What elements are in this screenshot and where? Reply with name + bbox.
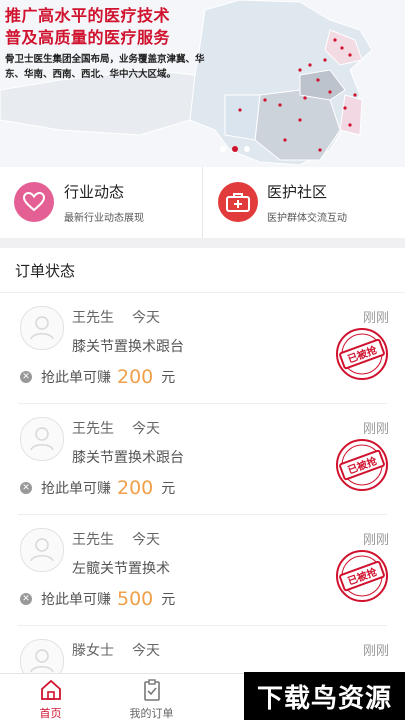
info-icon: ✕ [20, 371, 32, 383]
order-clipboard-icon [143, 679, 160, 701]
order-day: 今天 [132, 532, 160, 548]
order-time: 刚刚 [362, 533, 389, 548]
medical-kit-icon [218, 182, 258, 222]
order-status-header: 订单状态 [0, 248, 405, 293]
order-day: 今天 [132, 643, 160, 659]
tab-label: 首页 [39, 707, 62, 720]
banner-title-line1: 推广高水平的医疗技术 [5, 6, 171, 25]
quick-entry-cards: 行业动态 最新行业动态展现 医护社区 医护群体交流互动 [0, 167, 405, 238]
earn-unit: 元 [161, 481, 176, 497]
info-icon: ✕ [20, 593, 32, 605]
order-day: 今天 [132, 310, 160, 326]
earn-label: 抢此单可赚 [41, 592, 111, 608]
section-title: 订单状态 [15, 262, 76, 280]
order-day: 今天 [132, 421, 160, 437]
avatar [20, 528, 64, 572]
avatar [20, 417, 64, 461]
order-item[interactable]: 王先生 今天 刚刚 膝关节置换术跟台 ✕ 抢此单可赚 200 元 已被抢 [0, 293, 405, 404]
earn-amount: 200 [117, 477, 154, 499]
tab-my-orders[interactable]: 我的订单 [101, 674, 202, 721]
customer-name: 王先生 [72, 421, 114, 437]
earn-row: ✕ 抢此单可赚 200 元 [20, 365, 175, 389]
earn-unit: 元 [161, 370, 176, 386]
tab-home[interactable]: 首页 [0, 674, 101, 721]
industry-news-title: 行业动态 [64, 183, 125, 201]
watermark: 下载鸟资源 [244, 672, 405, 720]
order-item[interactable]: 王先生 今天 刚刚 左髋关节置换术 ✕ 抢此单可赚 500 元 已被抢 [0, 515, 405, 626]
banner[interactable]: 推广高水平的医疗技术 普及高质量的医疗服务 骨卫士医生集团全国布局，业务覆盖京津… [0, 0, 405, 167]
info-icon: ✕ [20, 482, 32, 494]
heart-icon [14, 182, 54, 222]
order-list[interactable]: 王先生 今天 刚刚 膝关节置换术跟台 ✕ 抢此单可赚 200 元 已被抢 王先生… [0, 293, 405, 673]
carousel-dot[interactable] [220, 146, 226, 152]
procedure-name: 膝关节置换术跟台 [72, 339, 184, 355]
earn-row: ✕ 抢此单可赚 500 元 [20, 587, 175, 611]
avatar [20, 306, 64, 350]
earn-amount: 500 [117, 588, 154, 610]
industry-news-card[interactable]: 行业动态 最新行业动态展现 [0, 167, 203, 238]
banner-title-line2: 普及高质量的医疗服务 [5, 28, 171, 47]
procedure-name: 膝关节置换术跟台 [72, 450, 184, 466]
earn-label: 抢此单可赚 [41, 370, 111, 386]
customer-name: 滕女士 [72, 643, 114, 659]
taken-stamp-icon: 已被抢 [336, 328, 388, 380]
earn-label: 抢此单可赚 [41, 481, 111, 497]
order-item[interactable]: 滕女士 今天 刚刚 [0, 626, 405, 673]
tab-label: 我的订单 [129, 707, 174, 720]
order-time: 刚刚 [362, 311, 389, 326]
medical-community-card[interactable]: 医护社区 医护群体交流互动 [203, 167, 405, 238]
earn-row: ✕ 抢此单可赚 200 元 [20, 476, 175, 500]
industry-news-subtitle: 最新行业动态展现 [64, 213, 144, 224]
carousel-dot-active[interactable] [232, 146, 238, 152]
order-time: 刚刚 [362, 422, 389, 437]
banner-description: 骨卫士医生集团全国布局，业务覆盖京津冀、华东、华南、西南、西北、华中六大区域。 [5, 54, 205, 80]
taken-stamp-icon: 已被抢 [336, 439, 388, 491]
customer-name: 王先生 [72, 532, 114, 548]
procedure-name: 左髋关节置换术 [72, 561, 170, 577]
order-time: 刚刚 [362, 644, 389, 659]
home-icon [40, 679, 61, 700]
avatar [20, 639, 64, 673]
customer-name: 王先生 [72, 310, 114, 326]
earn-amount: 200 [117, 366, 154, 388]
medical-community-title: 医护社区 [267, 183, 328, 201]
taken-stamp-icon: 已被抢 [336, 550, 388, 602]
earn-unit: 元 [161, 592, 176, 608]
order-item[interactable]: 王先生 今天 刚刚 膝关节置换术跟台 ✕ 抢此单可赚 200 元 已被抢 [0, 404, 405, 515]
carousel-dots[interactable] [220, 146, 250, 152]
carousel-dot[interactable] [244, 146, 250, 152]
medical-community-subtitle: 医护群体交流互动 [267, 213, 347, 224]
